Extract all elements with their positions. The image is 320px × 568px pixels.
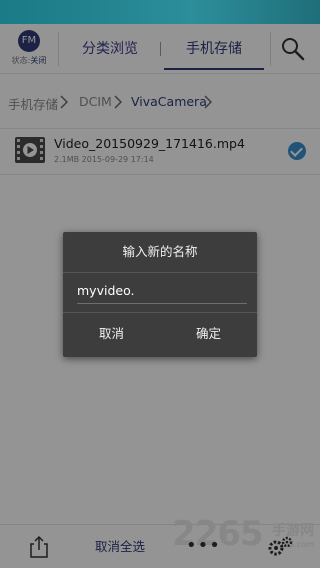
cancel-button[interactable]: 取消 xyxy=(63,314,160,354)
dialog-divider xyxy=(63,272,257,273)
confirm-button[interactable]: 确定 xyxy=(160,314,257,354)
rename-input[interactable] xyxy=(77,278,247,304)
rename-dialog: 输入新的名称 取消 确定 xyxy=(63,232,257,357)
system-status-bar xyxy=(0,0,320,24)
dialog-title: 输入新的名称 xyxy=(122,244,198,259)
dialog-divider xyxy=(63,312,257,313)
